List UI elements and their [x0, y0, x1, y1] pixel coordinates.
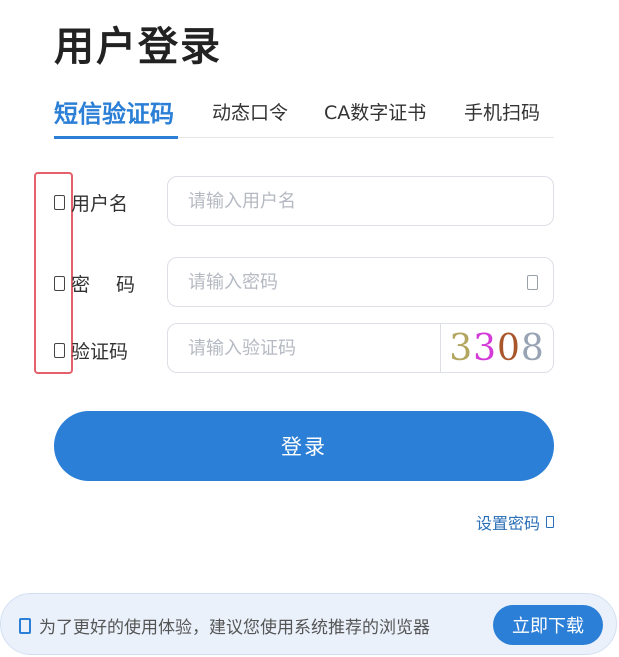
password-field-box [167, 257, 554, 307]
set-password-link[interactable]: 设置密码 [476, 510, 554, 534]
tab-qr-scan[interactable]: 手机扫码 [464, 98, 540, 125]
username-input[interactable] [168, 177, 553, 225]
captcha-field-box: 3 3 0 8 [167, 323, 554, 373]
download-button[interactable]: 立即下载 [493, 605, 603, 645]
banner-text: 为了更好的使用体验，建议您使用系统推荐的浏览器 [39, 618, 430, 638]
browser-banner: 为了更好的使用体验，建议您使用系统推荐的浏览器 立即下载 [0, 593, 617, 655]
arrow-icon [546, 516, 554, 528]
captcha-image[interactable]: 3 3 0 8 [440, 324, 553, 372]
captcha-label: 验证码 [71, 341, 129, 363]
shield-icon [54, 343, 65, 358]
user-icon [54, 195, 65, 210]
captcha-label-row: 验证码 [54, 337, 128, 364]
captcha-char: 3 [449, 327, 474, 369]
captcha-input[interactable] [168, 324, 438, 372]
captcha-char: 8 [520, 327, 545, 369]
eye-icon[interactable] [527, 275, 538, 290]
lock-icon [54, 276, 65, 291]
captcha-char: 3 [473, 327, 497, 369]
set-password-label: 设置密码 [475, 514, 540, 533]
tab-sms-code[interactable]: 短信验证码 [54, 94, 174, 129]
captcha-char: 0 [497, 327, 521, 369]
username-field-box [167, 176, 554, 226]
password-input[interactable] [168, 258, 553, 306]
username-label: 用户名 [71, 193, 129, 215]
tab-dynamic-token[interactable]: 动态口令 [212, 98, 288, 125]
login-button[interactable]: 登录 [54, 411, 554, 481]
info-icon [19, 618, 31, 634]
login-method-tabs: 短信验证码 动态口令 CA数字证书 手机扫码 [54, 92, 554, 139]
tab-ca-certificate[interactable]: CA数字证书 [324, 98, 426, 125]
username-label-row: 用户名 [54, 189, 128, 216]
page-title: 用户登录 [54, 24, 222, 70]
password-label: 密码 [71, 274, 162, 296]
active-tab-indicator [54, 136, 178, 139]
password-label-row: 密码 [54, 270, 161, 297]
